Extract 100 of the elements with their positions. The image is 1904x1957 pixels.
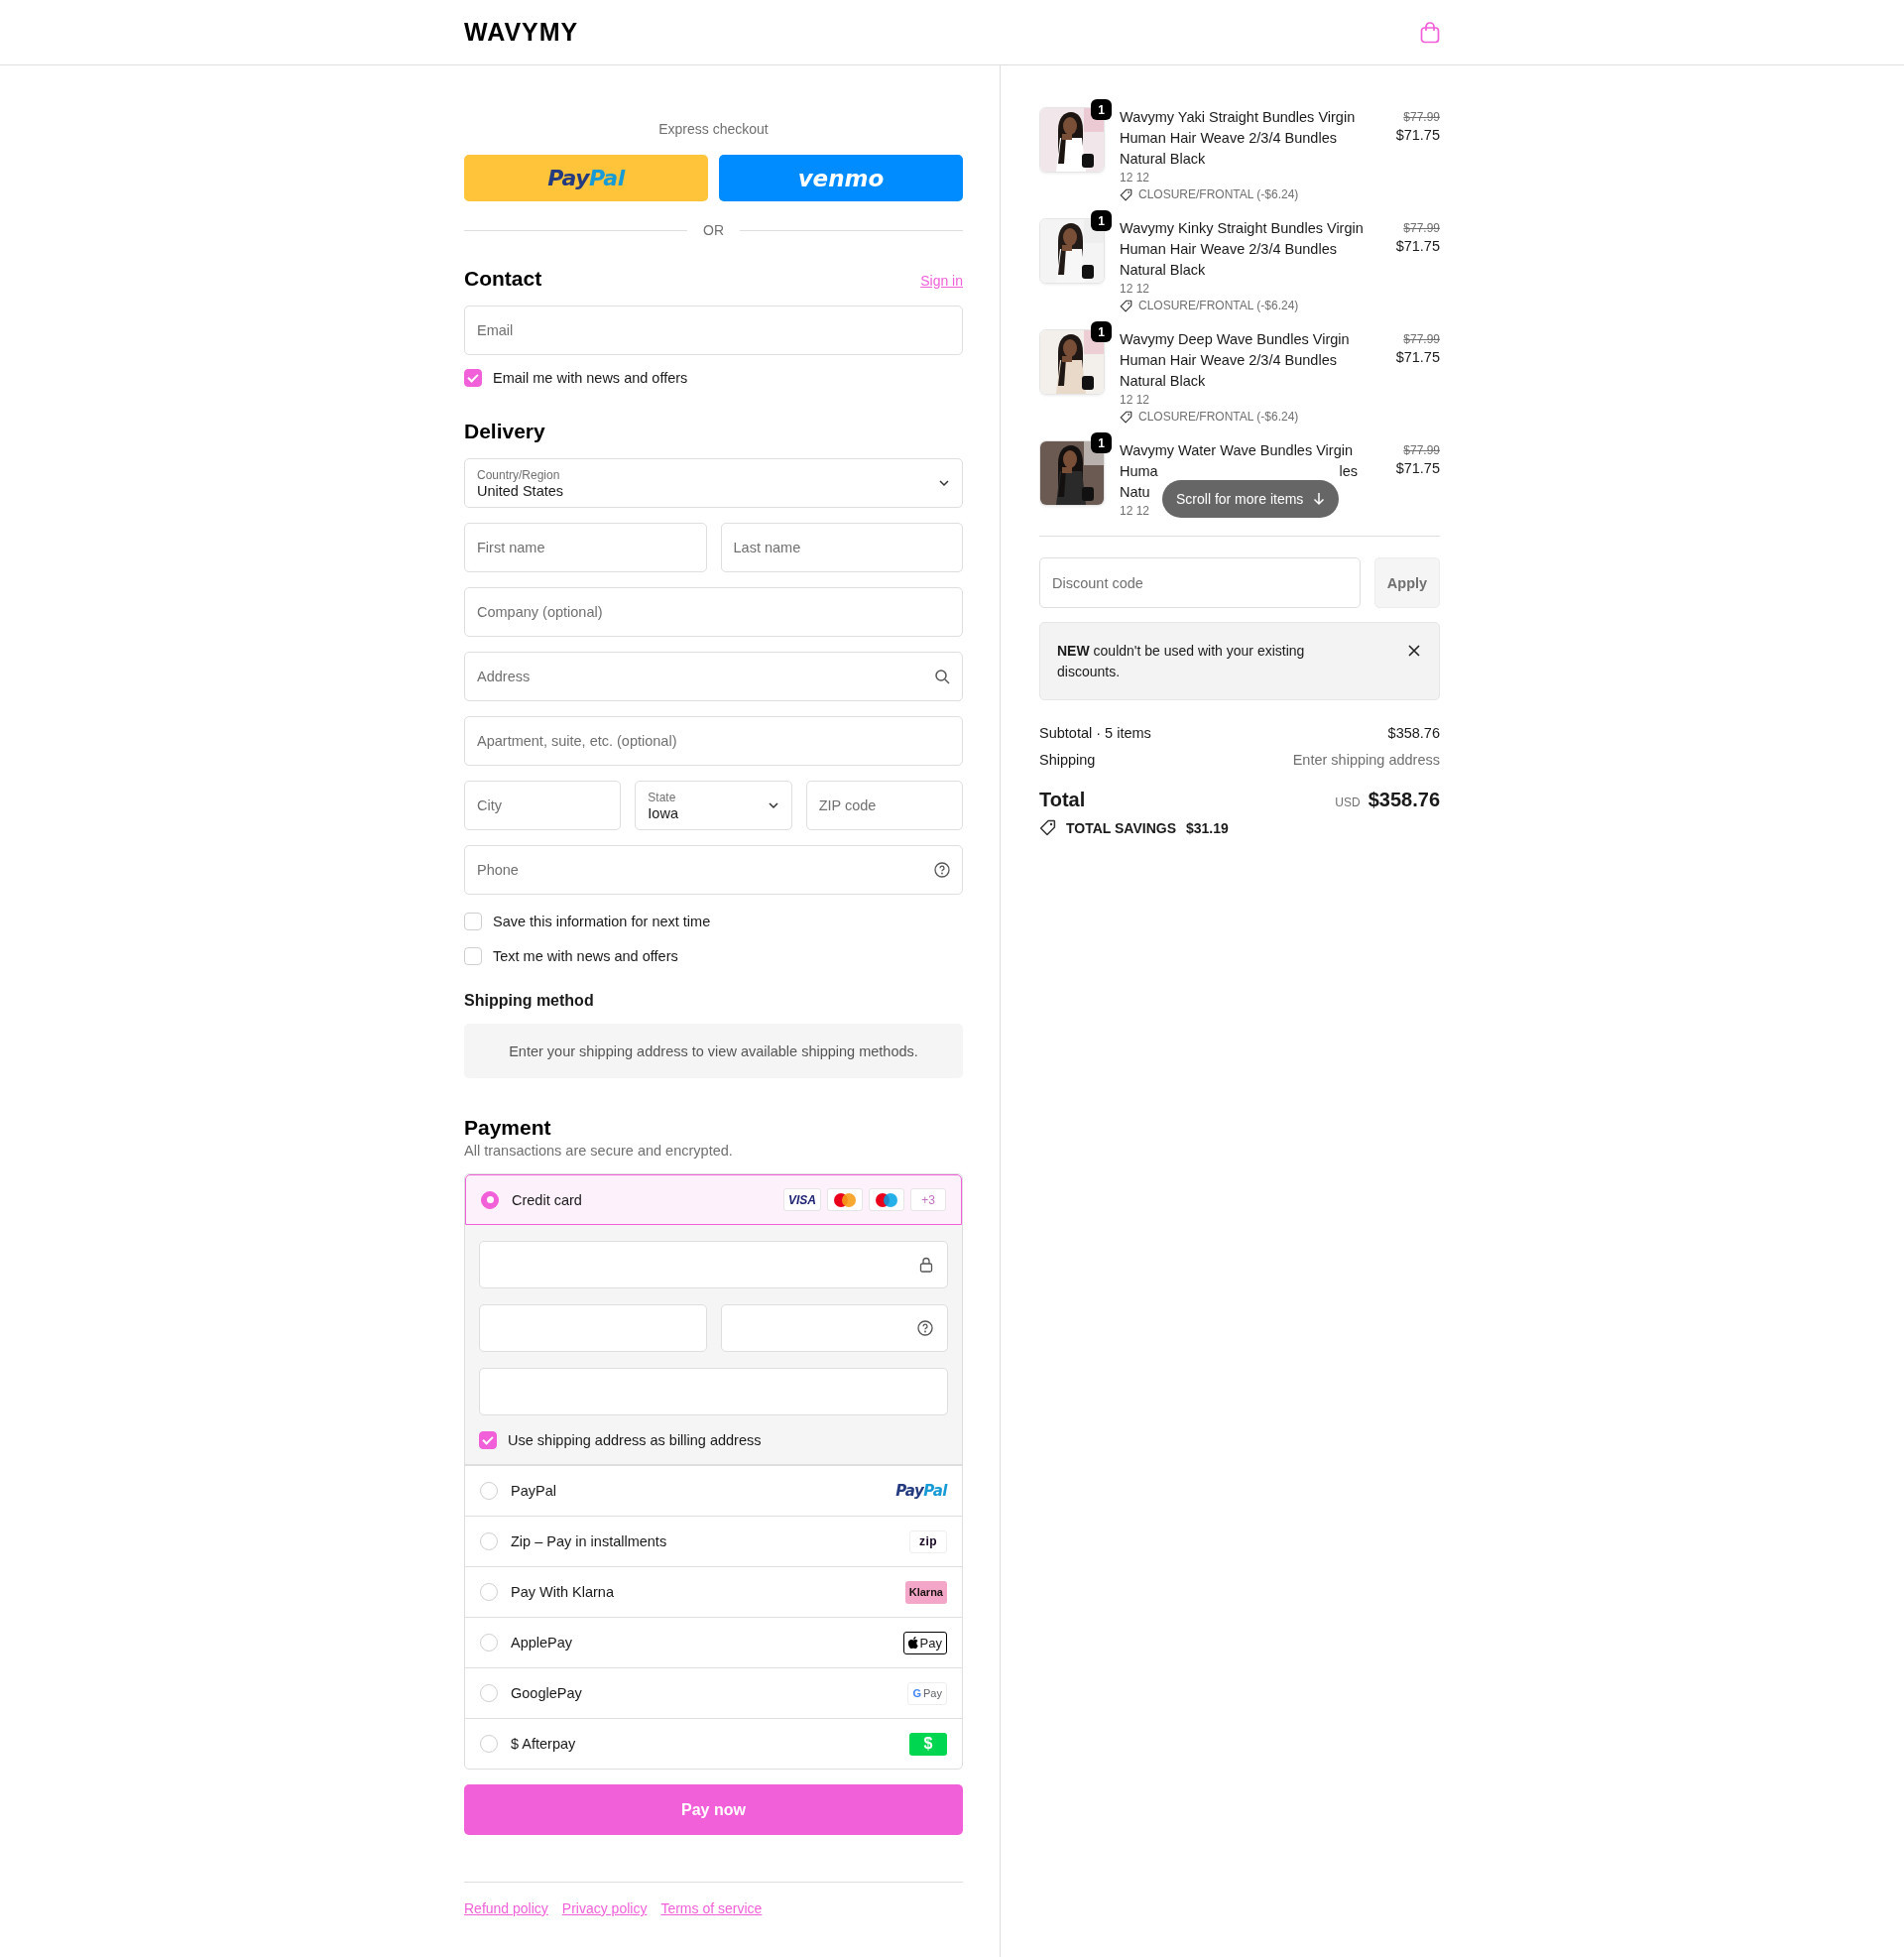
checkbox[interactable] — [479, 1431, 497, 1449]
currency-label: USD — [1335, 795, 1361, 809]
checkbox[interactable] — [464, 369, 482, 387]
payment-option[interactable]: Credit card VISA +3 — [465, 1174, 962, 1225]
close-icon[interactable] — [1407, 644, 1421, 658]
discount-label: CLOSURE/FRONTAL (-$6.24) — [1138, 187, 1299, 201]
radio-button[interactable] — [481, 1190, 499, 1209]
divider-label: OR — [703, 222, 724, 238]
pay-now-button[interactable]: Pay now — [464, 1784, 963, 1835]
apple-pay-logo: Pay — [902, 1631, 947, 1654]
card-number-field[interactable] — [479, 1241, 948, 1288]
section-title: Shipping method — [464, 992, 595, 1010]
payment-option-label: Credit card — [512, 1191, 583, 1208]
input-field[interactable]: Phone — [464, 845, 963, 895]
savings-label: TOTAL SAVINGS — [1066, 819, 1176, 836]
input-field[interactable]: Apartment, suite, etc. (optional) — [464, 716, 963, 766]
apply-button[interactable]: Apply — [1374, 557, 1440, 608]
total-label: Total — [1039, 789, 1086, 811]
paypal-button[interactable]: PayPal — [464, 155, 708, 201]
payment-option-label: Zip – Pay in installments — [511, 1533, 668, 1549]
input-field[interactable]: Company (optional) — [464, 587, 963, 637]
input-field[interactable]: City — [464, 781, 622, 830]
input-field[interactable]: ZIP code — [805, 781, 963, 830]
scroll-hint-button[interactable]: Scroll for more items — [1162, 480, 1340, 518]
store-logo[interactable]: WAVYMY — [464, 18, 579, 47]
section-subtitle: All transactions are secure and encrypted. — [464, 1143, 734, 1159]
maestro-logo — [869, 1188, 904, 1211]
discount-code-field[interactable]: Discount code — [1039, 557, 1361, 608]
checkbox[interactable] — [464, 913, 482, 930]
quantity-badge: 1 — [1091, 210, 1112, 231]
payment-option[interactable]: $ Afterpay $ — [465, 1718, 962, 1769]
policy-link[interactable]: Privacy policy — [561, 1900, 648, 1916]
original-price: $77.99 — [1403, 221, 1440, 235]
security-code-field[interactable] — [720, 1304, 948, 1352]
quantity-badge: 1 — [1091, 432, 1112, 453]
radio-button[interactable] — [480, 1735, 498, 1753]
product-price: $71.75 — [1395, 127, 1440, 143]
email-field[interactable]: Email — [464, 306, 963, 355]
input-field[interactable]: First name — [464, 523, 707, 572]
product-title: Wavymy Kinky Straight Bundles Virgin Human Hair Weave 2/3/4 Bundles Natural Black — [1120, 219, 1364, 280]
radio-button[interactable] — [480, 1532, 498, 1550]
payment-option-label: Pay With Klarna — [511, 1584, 615, 1600]
mastercard-logo — [827, 1188, 863, 1211]
help-icon[interactable] — [917, 1320, 933, 1336]
more-cards-badge: +3 — [910, 1188, 946, 1211]
lock-icon — [919, 1257, 933, 1273]
summary-value: Enter shipping address — [1292, 752, 1440, 768]
original-price: $77.99 — [1403, 110, 1440, 124]
section-title: Contact — [464, 267, 542, 291]
arrow-down-icon — [1313, 492, 1326, 506]
radio-button[interactable] — [480, 1634, 498, 1651]
section-title: Payment — [464, 1116, 551, 1140]
summary-value: $358.76 — [1387, 725, 1440, 741]
product-price: $71.75 — [1395, 238, 1440, 254]
cash-app-logo: $ — [909, 1732, 947, 1756]
venmo-button[interactable]: venmo — [719, 155, 963, 201]
product-title: Huma — [1120, 462, 1158, 481]
product-title: les — [1339, 462, 1358, 481]
shopping-bag-icon[interactable] — [1420, 21, 1440, 44]
tag-icon — [1120, 410, 1132, 424]
product-title: Wavymy Deep Wave Bundles Virgin Human Hair Weave 2/3/4 Bundles Natural Black — [1120, 330, 1351, 391]
tag-icon — [1039, 819, 1056, 836]
help-icon[interactable] — [934, 862, 950, 878]
product-title: Wavymy Yaki Straight Bundles Virgin Human Hair Weave 2/3/4 Bundles Natural Black — [1120, 108, 1357, 169]
summary-label: Subtotal · 5 items — [1039, 725, 1151, 741]
product-variant: 12 12 — [1120, 171, 1151, 184]
payment-option[interactable]: ApplePay Pay — [465, 1617, 962, 1667]
input-field[interactable]: Address — [464, 652, 963, 701]
original-price: $77.99 — [1403, 332, 1440, 346]
checkbox[interactable] — [464, 947, 482, 965]
checkbox-label: Email me with news and offers — [493, 370, 688, 386]
radio-button[interactable] — [480, 1684, 498, 1702]
select-field[interactable]: Country/Region United States — [464, 458, 963, 508]
select-field[interactable]: State Iowa — [635, 781, 792, 830]
policy-link[interactable]: Terms of service — [660, 1900, 763, 1916]
payment-option[interactable]: Zip – Pay in installments zip — [465, 1516, 962, 1566]
input-field[interactable]: Last name — [720, 523, 963, 572]
radio-button[interactable] — [480, 1482, 498, 1500]
payment-option[interactable]: GooglePay G Pay — [465, 1667, 962, 1718]
search-icon — [934, 669, 950, 684]
payment-option[interactable]: Pay With Klarna Klarna — [465, 1566, 962, 1617]
checkbox-label: Save this information for next time — [493, 914, 711, 929]
paypal-logo: PayPal — [895, 1482, 947, 1500]
payment-option[interactable]: PayPal PayPal — [465, 1465, 962, 1516]
payment-option-label: ApplePay — [511, 1635, 574, 1651]
discount-label: CLOSURE/FRONTAL (-$6.24) — [1138, 299, 1299, 312]
info-message: Enter your shipping address to view available shipping methods. — [509, 1042, 918, 1059]
google-pay-logo: G Pay — [907, 1681, 947, 1705]
section-label: Express checkout — [658, 121, 769, 137]
radio-button[interactable] — [480, 1583, 498, 1601]
tag-icon — [1120, 299, 1132, 312]
sign-in-link[interactable]: Sign in — [920, 273, 963, 289]
zip-logo: zip — [909, 1529, 947, 1553]
policy-link[interactable]: Refund policy — [464, 1900, 548, 1916]
section-title: Delivery — [464, 420, 545, 443]
name-on-card-field[interactable] — [479, 1368, 948, 1415]
quantity-badge: 1 — [1091, 99, 1112, 120]
discount-label: CLOSURE/FRONTAL (-$6.24) — [1138, 410, 1299, 424]
expiration-field[interactable] — [479, 1304, 707, 1352]
payment-option-label: PayPal — [511, 1483, 557, 1499]
